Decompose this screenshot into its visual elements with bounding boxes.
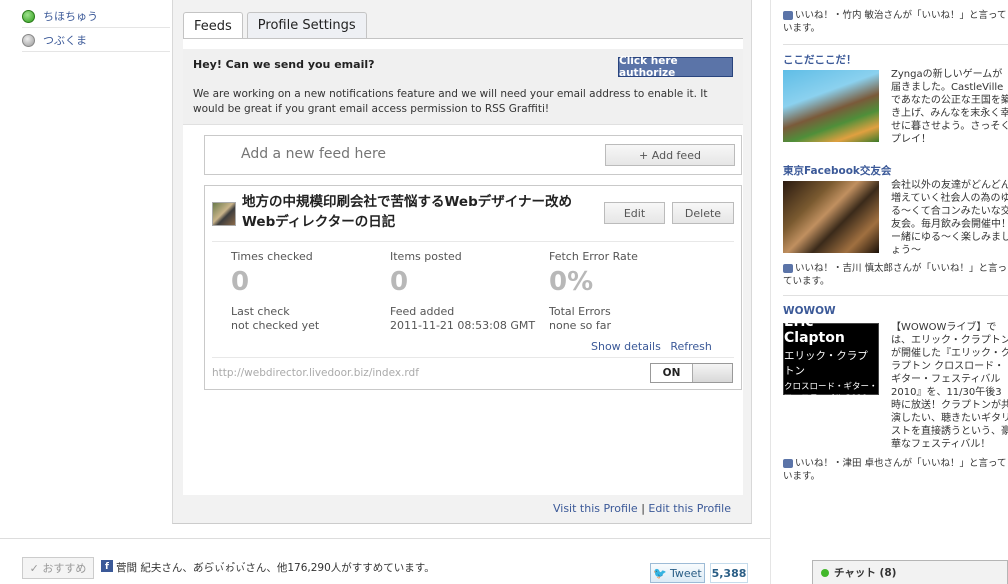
stat-sub-label: Feed added xyxy=(390,305,455,318)
tab-content: Hey! Can we send you email? Click here a… xyxy=(183,38,743,495)
tab-bar: Feeds Profile Settings xyxy=(183,12,371,39)
divider xyxy=(22,51,170,52)
delete-feed-button[interactable]: Delete xyxy=(672,202,734,224)
ad-image-line: エリック・クラプトン xyxy=(784,350,868,377)
recommend-strip: ✓ おすすめ f 菅間 紀夫さん、あ゙ら゙ぃ゙ゎ゙゙ぃ゙さん、他176,290人… xyxy=(0,538,770,584)
stat-label: Fetch Error Rate xyxy=(549,250,638,263)
right-sidebar-ads: いいね！・竹内 敏治さんが「いいね！」と言っています。 ここだここだ！ Zyng… xyxy=(770,0,1008,584)
add-feed-button[interactable]: + Add feed xyxy=(605,144,735,166)
stat-value: 0 xyxy=(231,267,250,297)
refresh-link[interactable]: Refresh xyxy=(670,340,712,353)
ad-like-line: いいね！・吉川 慎太郎さんが「いいね！」と言っています。 xyxy=(783,262,1008,288)
add-feed-panel: + Add feed xyxy=(204,135,742,175)
link-separator: | xyxy=(641,502,645,515)
divider xyxy=(212,241,734,242)
stat-times-checked: Times checked 0 Last check not checked y… xyxy=(231,250,381,332)
feed-url: http://webdirector.livedoor.biz/index.rd… xyxy=(212,367,419,379)
rss-graffiti-app: Feeds Profile Settings Hey! Can we send … xyxy=(172,0,752,524)
visit-profile-link[interactable]: Visit this Profile xyxy=(553,502,638,515)
like-text: いいね！・竹内 敏治さんが「いいね！」と言っています。 xyxy=(783,10,1007,34)
friend-name: つぶくま xyxy=(43,34,87,47)
stat-value: 0 xyxy=(390,267,409,297)
ad-title[interactable]: ここだここだ！ xyxy=(783,52,857,67)
online-dot-icon xyxy=(821,568,829,577)
tweet-button[interactable]: 🐦 Tweet xyxy=(650,563,705,583)
tweet-label: Tweet xyxy=(669,566,702,580)
divider xyxy=(212,357,734,358)
stat-items-posted: Items posted 0 Feed added 2011-11-21 08:… xyxy=(390,250,540,332)
like-thumb-icon xyxy=(783,11,793,20)
feed-title: 地方の中規模印刷会社で苦悩するWebデザイナー改めWebディレクターの日記 xyxy=(242,194,572,230)
stat-sub-value: none so far xyxy=(549,319,612,332)
toggle-knob[interactable] xyxy=(692,364,732,382)
stat-sub-label: Last check xyxy=(231,305,290,318)
email-notice: Hey! Can we send you email? Click here a… xyxy=(183,49,743,125)
ad-like-line: いいね！・竹内 敏治さんが「いいね！」と言っています。 xyxy=(783,9,1008,35)
tab-feeds[interactable]: Feeds xyxy=(183,12,243,39)
ad-image-line: Eric Clapton xyxy=(784,314,845,346)
ad-image-line: クロスロード・ギター・フェスティバル 2010 xyxy=(784,382,878,404)
facebook-icon: f xyxy=(101,560,113,572)
like-text: いいね！・吉川 慎太郎さんが「いいね！」と言っています。 xyxy=(783,263,1008,287)
profile-links: Visit this Profile | Edit this Profile xyxy=(553,502,731,515)
show-details-link[interactable]: Show details xyxy=(591,340,661,353)
ad-text: 会社以外の友達がどんどん増えていく社会人の為のゆる〜くて合コンみたいな交友会。毎… xyxy=(891,180,1008,256)
authorize-button[interactable]: Click here authorize xyxy=(618,55,733,79)
tab-profile-settings[interactable]: Profile Settings xyxy=(246,12,367,38)
idle-status-icon xyxy=(22,33,35,47)
divider xyxy=(22,27,170,28)
notice-text: We are working on a new notifications fe… xyxy=(193,88,708,115)
stat-fetch-error-rate: Fetch Error Rate 0% Total Errors none so… xyxy=(549,250,699,332)
feed-avatar xyxy=(212,202,236,226)
like-text: いいね！・津田 卓也さんが「いいね！」と言っています。 xyxy=(783,458,1007,482)
stat-sub-value: not checked yet xyxy=(231,319,320,332)
like-thumb-icon xyxy=(783,459,793,468)
feed-actions: Show details Refresh xyxy=(585,340,712,353)
left-sidebar: ちほちゅう つぶくま xyxy=(0,0,172,538)
ad-like-line: いいね！・津田 卓也さんが「いいね！」と言っています。 xyxy=(783,457,1008,483)
divider xyxy=(783,44,1008,45)
ad-title[interactable]: 東京Facebook交友会 xyxy=(783,163,891,178)
friend-name: ちほちゅう xyxy=(43,10,98,23)
ad-image-party[interactable] xyxy=(783,181,879,253)
stat-label: Items posted xyxy=(390,250,462,263)
toggle-label: ON xyxy=(651,364,692,382)
chat-label: チャット (8) xyxy=(834,567,897,579)
online-status-icon xyxy=(22,9,35,23)
feed-on-toggle[interactable]: ON xyxy=(650,363,733,383)
ad-image-clapton[interactable]: Eric Clapton エリック・クラプトン クロスロード・ギター・フェスティ… xyxy=(783,314,879,404)
edit-profile-link[interactable]: Edit this Profile xyxy=(648,502,731,515)
friend-item[interactable]: つぶくま xyxy=(22,30,87,50)
tweet-count: 5,388 xyxy=(710,563,748,583)
stat-value: 0% xyxy=(549,267,594,297)
stat-sub-value: 2011-11-21 08:53:08 GMT xyxy=(390,319,536,332)
ad-image-castleville[interactable] xyxy=(783,70,879,142)
like-thumb-icon xyxy=(783,264,793,273)
chat-bar[interactable]: チャット (8) xyxy=(812,560,1008,584)
twitter-bird-icon: 🐦 xyxy=(653,566,667,580)
ad-text: 【WOWOWライブ】では、エリック・クラプトンが開催した『エリック・クラプトン … xyxy=(891,322,1008,450)
edit-feed-button[interactable]: Edit xyxy=(604,202,665,224)
recommend-text: 菅間 紀夫さん、あ゙ら゙ぃ゙ゎ゙゙ぃ゙さん、他176,290人がすすめています。 xyxy=(116,562,435,574)
feed-card: 地方の中規模印刷会社で苦悩するWebデザイナー改めWebディレクターの日記 Ed… xyxy=(204,185,742,390)
notice-title: Hey! Can we send you email? xyxy=(193,58,375,71)
friend-item[interactable]: ちほちゅう xyxy=(22,6,98,26)
stat-label: Times checked xyxy=(231,250,313,263)
stat-sub-label: Total Errors xyxy=(549,305,611,318)
divider xyxy=(783,295,1008,296)
add-feed-input[interactable] xyxy=(241,146,541,162)
ad-text: Zyngaの新しいゲームが届きました。CastleVilleであなたの公正な王国… xyxy=(891,69,1008,145)
recommend-button[interactable]: ✓ おすすめ xyxy=(22,557,94,579)
